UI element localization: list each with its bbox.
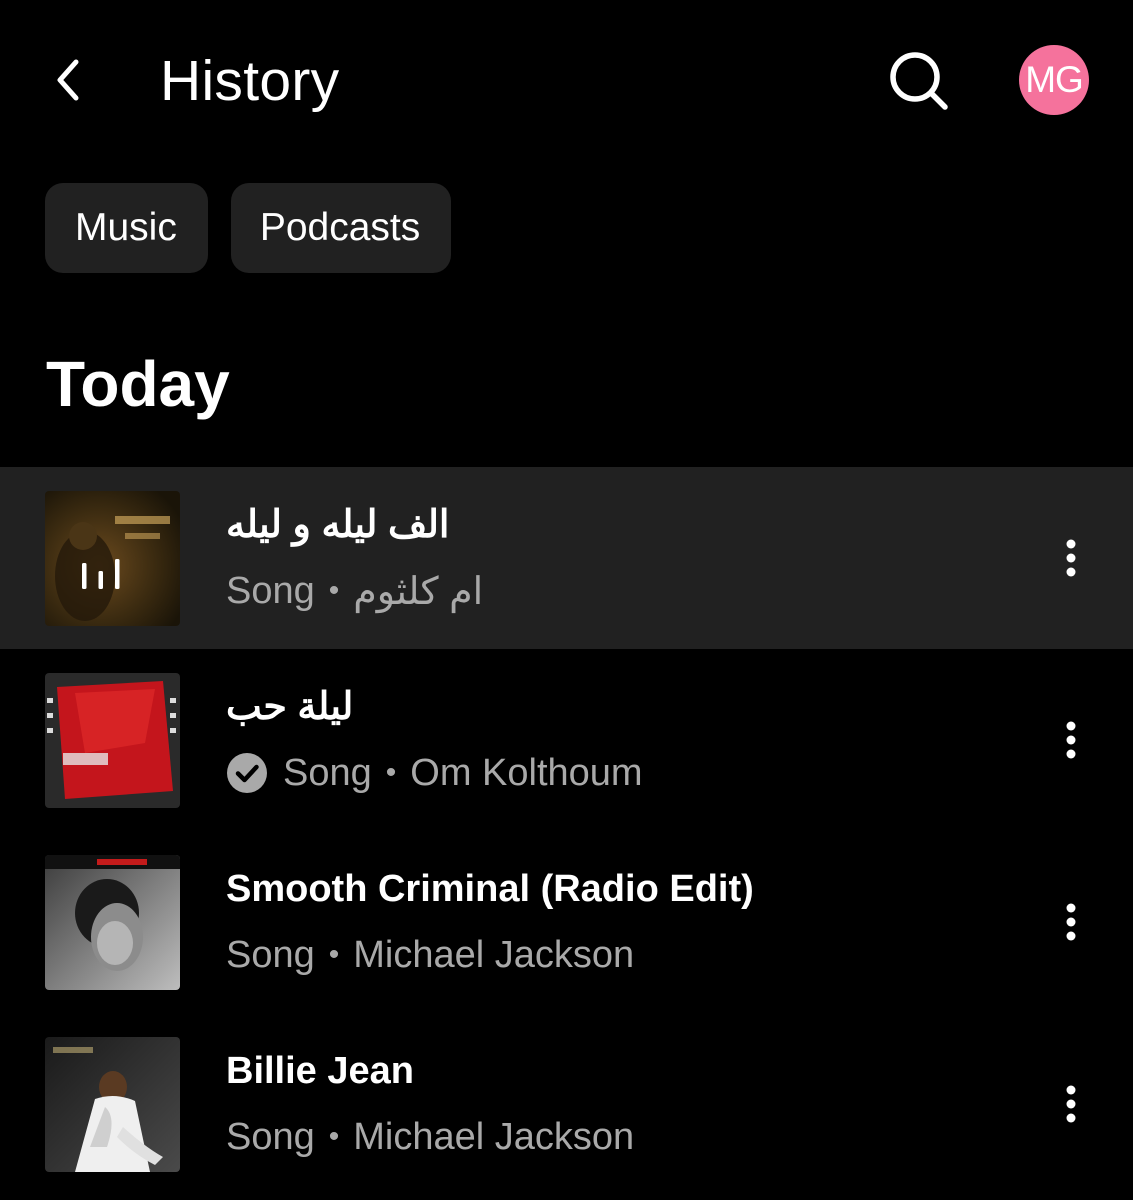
avatar[interactable]: MG [1019, 45, 1089, 115]
section-title-today: Today [46, 348, 230, 420]
more-options-button[interactable] [1050, 1069, 1092, 1139]
song-title: الف ليله و ليله [226, 504, 450, 546]
list-item[interactable]: Billie Jean Song • Michael Jackson [0, 1013, 1133, 1195]
song-title: Smooth Criminal (Radio Edit) [226, 868, 754, 910]
song-subtitle: Song • Michael Jackson [226, 931, 634, 979]
separator-dot: • [385, 756, 397, 789]
album-art [45, 673, 180, 808]
song-artist: Michael Jackson [353, 933, 635, 976]
now-playing-icon [82, 559, 120, 589]
separator-dot: • [328, 938, 340, 971]
more-vertical-icon [1066, 903, 1076, 941]
filter-chips: Music Podcasts [45, 183, 452, 273]
more-options-button[interactable] [1050, 887, 1092, 957]
list-item[interactable]: الف ليله و ليله Song • ام كلثوم [0, 467, 1133, 649]
album-art [45, 855, 180, 990]
more-options-button[interactable] [1050, 705, 1092, 775]
song-artist: Om Kolthoum [410, 751, 643, 794]
song-subtitle: Song • Om Kolthoum [226, 749, 643, 797]
song-artist: ام كلثوم [353, 570, 484, 613]
chevron-left-icon [57, 59, 79, 101]
song-type: Song [226, 1115, 315, 1158]
song-subtitle: Song • ام كلثوم [226, 567, 483, 615]
song-type: Song [226, 933, 315, 976]
app-header: History MG [0, 0, 1133, 160]
page-title: History [160, 49, 340, 113]
history-list: الف ليله و ليله Song • ام كلثوم ليلة حب … [0, 467, 1133, 1195]
back-button[interactable] [40, 50, 96, 110]
album-art [45, 1037, 180, 1172]
search-button[interactable] [884, 46, 954, 116]
song-type: Song [283, 751, 372, 794]
list-item[interactable]: Smooth Criminal (Radio Edit) Song • Mich… [0, 831, 1133, 1013]
separator-dot: • [328, 574, 340, 607]
filter-chip-music[interactable]: Music [45, 183, 208, 273]
more-vertical-icon [1066, 721, 1076, 759]
more-options-button[interactable] [1050, 523, 1092, 593]
song-type: Song [226, 569, 315, 612]
separator-dot: • [328, 1120, 340, 1153]
song-subtitle: Song • Michael Jackson [226, 1113, 634, 1161]
song-title: Billie Jean [226, 1050, 414, 1092]
song-title: ليلة حب [226, 686, 354, 728]
list-item[interactable]: ليلة حب Song • Om Kolthoum [0, 649, 1133, 831]
song-artist: Michael Jackson [353, 1115, 635, 1158]
more-vertical-icon [1066, 1085, 1076, 1123]
search-icon [890, 52, 948, 110]
filter-chip-podcasts[interactable]: Podcasts [230, 183, 452, 273]
downloaded-check-icon [227, 753, 267, 793]
more-vertical-icon [1066, 539, 1076, 577]
